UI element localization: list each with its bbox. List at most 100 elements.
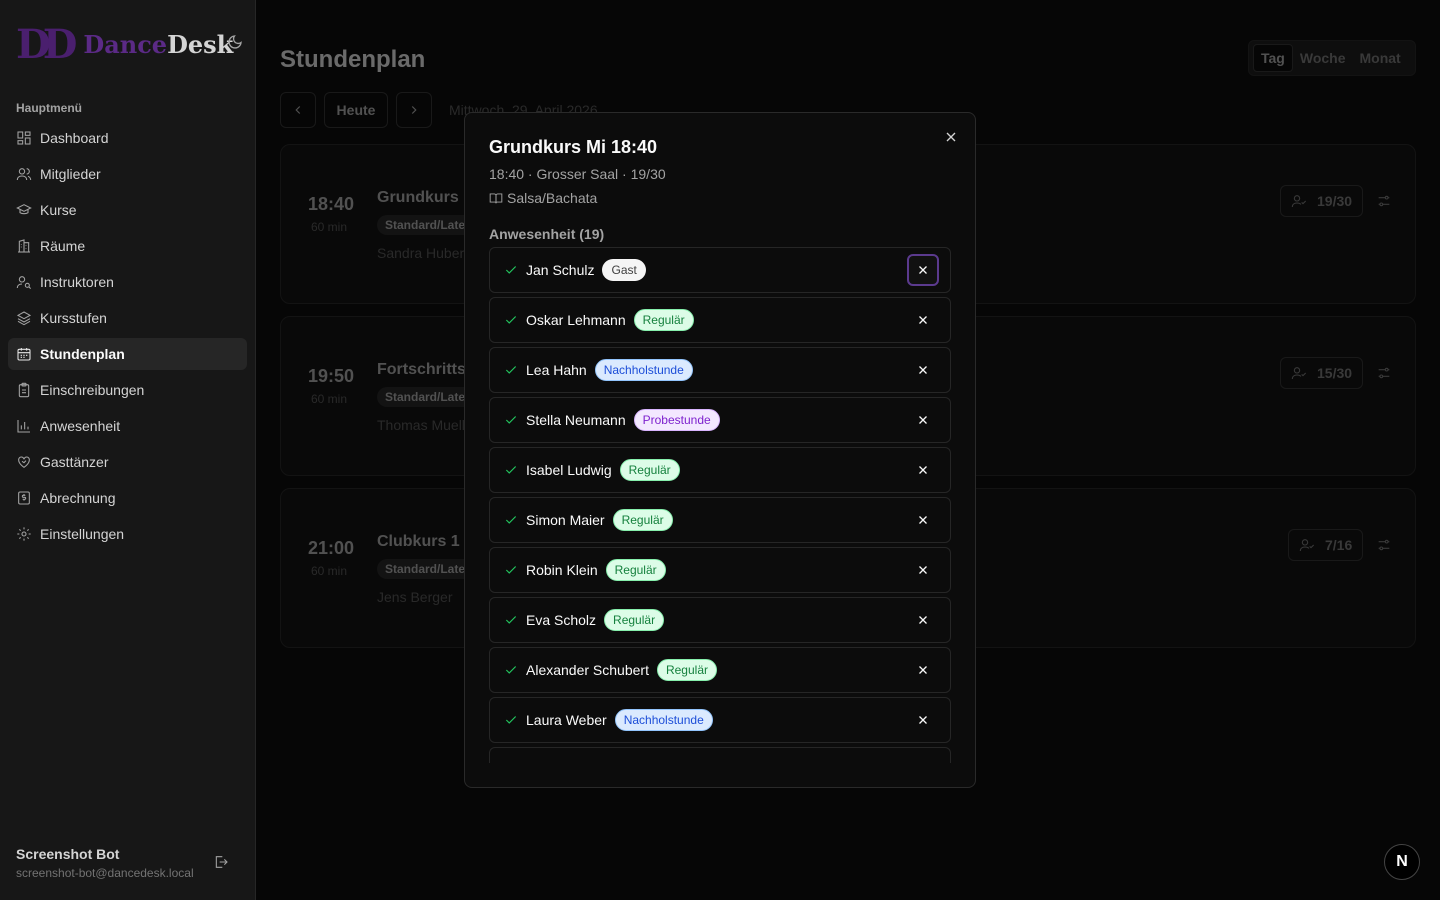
close-icon <box>919 666 927 674</box>
attendee-type-badge: Nachholstunde <box>594 359 693 381</box>
check-icon <box>505 316 517 324</box>
attendee-name: Laura Weber <box>526 712 607 728</box>
calendar-icon <box>17 348 31 361</box>
attendee-type-badge: Gast <box>602 259 646 281</box>
list-item: Stella Neumann Probestunde <box>489 397 951 443</box>
app-logo[interactable]: DD DanceDesk <box>16 21 233 68</box>
sidebar-item-gasttaenzer[interactable]: Gasttänzer <box>8 446 247 478</box>
sidebar-item-dashboard[interactable]: Dashboard <box>8 122 247 154</box>
sidebar-item-label: Dashboard <box>40 130 109 146</box>
sidebar-item-label: Kursstufen <box>40 310 107 326</box>
bar-chart-icon <box>17 420 30 433</box>
sidebar-item-label: Gasttänzer <box>40 454 109 470</box>
close-icon <box>919 516 927 524</box>
graduation-cap-icon <box>16 204 32 215</box>
remove-attendee-button[interactable] <box>907 354 939 386</box>
layers-icon <box>16 311 32 326</box>
remove-attendee-button[interactable] <box>907 454 939 486</box>
heart-handshake-icon <box>18 456 30 468</box>
list-item: Isabel Ludwig Regulär <box>489 447 951 493</box>
close-icon <box>919 716 927 724</box>
attendee-name: Alexander Schubert <box>526 662 649 678</box>
book-open-icon <box>489 193 503 204</box>
attendee-type-badge: Regulär <box>612 509 673 531</box>
attendee-name: Robin Klein <box>526 562 598 578</box>
sidebar-item-label: Stundenplan <box>40 346 125 362</box>
list-item: Oskar Lehmann Regulär <box>489 297 951 343</box>
dialog-dance-style: Salsa/Bachata <box>489 190 597 206</box>
remove-attendee-button[interactable] <box>907 404 939 436</box>
attendee-name: Jan Schulz <box>526 262 595 278</box>
sidebar-item-label: Räume <box>40 238 86 254</box>
receipt-icon <box>18 491 30 505</box>
attendee-name: Oskar Lehmann <box>526 312 626 328</box>
attendee-type-badge: Regulär <box>633 309 694 331</box>
sidebar-item-label: Mitglieder <box>40 166 101 182</box>
building-icon <box>18 239 30 253</box>
remove-attendee-button[interactable] <box>907 504 939 536</box>
user-key-icon <box>16 276 32 290</box>
attendance-heading: Anwesenheit (19) <box>489 226 605 242</box>
check-icon <box>505 516 517 524</box>
list-item: Robin Klein Regulär <box>489 547 951 593</box>
close-icon <box>919 366 927 374</box>
user-email: screenshot-bot@dancedesk.local <box>16 866 194 880</box>
sidebar-item-anwesenheit[interactable]: Anwesenheit <box>8 410 247 442</box>
list-item: Lea Hahn Nachholstunde <box>489 347 951 393</box>
check-icon <box>505 716 517 724</box>
sidebar-item-label: Instruktoren <box>40 274 114 290</box>
check-icon <box>505 466 517 474</box>
sidebar-item-abrechnung[interactable]: Abrechnung <box>8 482 247 514</box>
sidebar-item-kurse[interactable]: Kurse <box>8 194 247 226</box>
sidebar-item-einstellungen[interactable]: Einstellungen <box>8 518 247 550</box>
sidebar-item-raeume[interactable]: Räume <box>8 230 247 262</box>
check-icon <box>505 616 517 624</box>
sidebar-item-instruktoren[interactable]: Instruktoren <box>8 266 247 298</box>
close-icon <box>919 616 927 624</box>
attendee-type-badge: Regulär <box>656 659 717 681</box>
check-icon <box>505 366 517 374</box>
users-icon <box>16 168 32 181</box>
sidebar-item-mitglieder[interactable]: Mitglieder <box>8 158 247 190</box>
close-icon[interactable] <box>943 129 959 145</box>
list-item: Simon Maier Regulär <box>489 497 951 543</box>
attendee-type-badge: Regulär <box>619 459 680 481</box>
list-item: Laura Weber Nachholstunde <box>489 697 951 743</box>
check-icon <box>505 566 517 574</box>
list-item: Alexander Schubert Regulär <box>489 647 951 693</box>
sidebar-item-einschreibungen[interactable]: Einschreibungen <box>8 374 247 406</box>
gear-icon <box>17 527 31 541</box>
remove-attendee-button[interactable] <box>907 304 939 336</box>
remove-attendee-button[interactable] <box>907 704 939 736</box>
logo-mark: DD <box>16 21 77 68</box>
logout-icon[interactable] <box>213 854 229 870</box>
check-icon <box>505 416 517 424</box>
user-name: Screenshot Bot <box>16 846 120 862</box>
close-icon <box>919 266 927 274</box>
sidebar-item-kursstufen[interactable]: Kursstufen <box>8 302 247 334</box>
remove-attendee-button[interactable] <box>907 254 939 286</box>
dashboard-icon <box>17 131 31 145</box>
attendee-type-badge: Probestunde <box>633 409 720 431</box>
sidebar-item-label: Einstellungen <box>40 526 125 542</box>
attendee-type-badge: Regulär <box>604 609 665 631</box>
remove-attendee-button[interactable] <box>907 604 939 636</box>
sidebar-item-stundenplan[interactable]: Stundenplan <box>8 338 247 370</box>
close-icon <box>919 416 927 424</box>
remove-attendee-button[interactable] <box>907 554 939 586</box>
moon-icon[interactable] <box>227 34 243 50</box>
attendance-dialog: Grundkurs Mi 18:40 18:40 · Grosser Saal … <box>464 112 976 788</box>
list-item: Eva Scholz Regulär <box>489 597 951 643</box>
attendance-list[interactable]: Jan Schulz Gast Oskar Lehmann Regulär Le… <box>489 247 951 763</box>
attendee-type-badge: Regulär <box>605 559 666 581</box>
attendee-name: Stella Neumann <box>526 412 626 428</box>
attendee-name: Simon Maier <box>526 512 605 528</box>
nav-section-title: Hauptmenü <box>16 101 82 115</box>
close-icon <box>919 466 927 474</box>
user-info: Screenshot Bot screenshot-bot@dancedesk.… <box>16 846 194 880</box>
check-icon <box>505 266 517 274</box>
nextjs-dev-indicator[interactable]: N <box>1384 844 1420 880</box>
sidebar-item-label: Einschreibungen <box>40 382 145 398</box>
sidebar: DD DanceDesk Hauptmenü Dashboard Mitglie… <box>0 0 256 900</box>
remove-attendee-button[interactable] <box>907 654 939 686</box>
